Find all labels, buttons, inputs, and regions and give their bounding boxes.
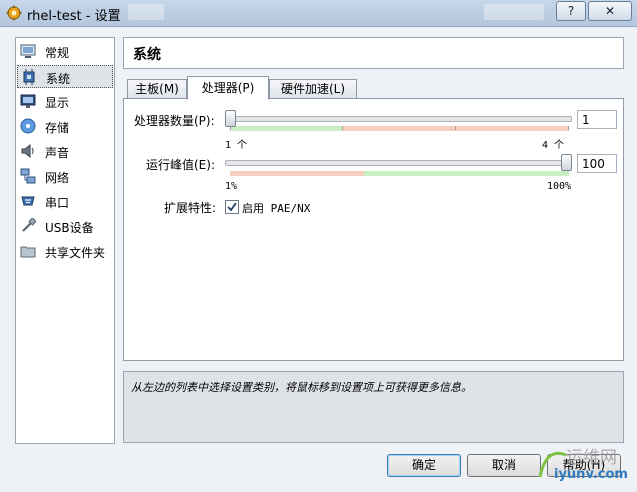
storage-disk-icon <box>20 118 36 134</box>
sidebar-item-label: USB设备 <box>45 221 94 235</box>
chip-system-icon <box>23 69 35 85</box>
blurred-toolbar-item <box>484 4 544 20</box>
exec-max-label: 100% <box>547 181 572 192</box>
slider-tick <box>342 126 343 130</box>
checkmark-icon <box>227 202 237 212</box>
exec-cap-spinbox[interactable]: 100 <box>577 154 617 173</box>
tab-processor[interactable]: 处理器(P) <box>187 76 269 100</box>
exec-cap-safe-zone <box>364 171 569 176</box>
help-description-box: 从左边的列表中选择设置类别，将鼠标移到设置项上可获得更多信息。 <box>123 371 624 443</box>
network-icon <box>20 168 36 184</box>
tab-acceleration[interactable]: 硬件加速(L) <box>269 79 357 99</box>
description-text: 从左边的列表中选择设置类别，将鼠标移到设置项上可获得更多信息。 <box>131 381 472 394</box>
sidebar-item-label: 存储 <box>45 121 70 135</box>
watermark-logo: 运维网 iyunv.com <box>536 441 636 489</box>
page-header: 系统 <box>123 37 624 69</box>
cpu-count-spinbox[interactable]: 1 <box>577 110 617 129</box>
sidebar-item-serial[interactable]: 串口 <box>17 190 113 213</box>
window-title: rhel-test - 设置 <box>27 9 121 24</box>
slider-tick <box>455 126 456 130</box>
sidebar-item-display[interactable]: 显示 <box>17 90 113 113</box>
sidebar-item-system[interactable]: 系统 <box>17 65 113 88</box>
cpu-min-label: 1 个 <box>225 140 248 151</box>
cpu-count-slider[interactable] <box>225 110 236 127</box>
exec-cap-label: 运行峰值(E): <box>146 158 215 172</box>
sidebar-item-network[interactable]: 网络 <box>17 165 113 188</box>
sidebar-item-shared-folders[interactable]: 共享文件夹 <box>17 240 113 263</box>
sidebar-item-label: 网络 <box>45 171 70 185</box>
cancel-button[interactable]: 取消 <box>467 454 541 477</box>
blurred-toolbar-item <box>128 4 164 20</box>
speaker-icon <box>21 143 34 159</box>
exec-min-label: 1% <box>225 181 238 192</box>
sidebar-item-usb[interactable]: USB设备 <box>17 215 113 238</box>
pae-nx-label[interactable]: 启用 PAE/NX <box>242 200 310 216</box>
folder-icon <box>20 246 36 258</box>
page-title: 系统 <box>133 47 161 63</box>
cpu-count-label: 处理器数量(P): <box>134 114 215 128</box>
sidebar-item-label: 常规 <box>45 46 70 60</box>
sidebar-item-label: 系统 <box>46 72 71 86</box>
ok-button[interactable]: 确定 <box>387 454 461 477</box>
cpu-max-label: 4 个 <box>542 140 565 151</box>
monitor-general-icon <box>20 44 36 58</box>
exec-cap-slider-track <box>225 160 572 166</box>
processor-tab-panel: 处理器数量(P): 1 1 个 4 个 运行峰值(E): 100 1% 100%… <box>123 98 624 361</box>
exec-cap-slider[interactable] <box>561 154 572 171</box>
sidebar-item-audio[interactable]: 声音 <box>17 140 113 163</box>
cpu-count-slider-track <box>225 116 572 122</box>
title-bar[interactable]: rhel-test - 设置 ? ✕ <box>0 0 637 27</box>
watermark-cn: 运维网 <box>566 448 617 468</box>
sidebar-item-label: 声音 <box>45 146 70 160</box>
exec-cap-warning-zone <box>230 171 364 176</box>
sidebar-item-label: 显示 <box>45 96 70 110</box>
help-window-button[interactable]: ? <box>556 1 586 21</box>
display-icon <box>20 94 36 108</box>
close-window-button[interactable]: ✕ <box>588 1 632 21</box>
sidebar-item-label: 串口 <box>45 196 70 210</box>
sidebar-item-general[interactable]: 常规 <box>17 40 113 63</box>
tab-motherboard[interactable]: 主板(M) <box>127 79 187 99</box>
cpu-safe-zone <box>230 126 342 131</box>
extended-features-label: 扩展特性: <box>164 201 217 215</box>
settings-category-list: 常规 系统 显示 存储 声音 网络 串口 USB设备 共享文件夹 <box>15 37 115 444</box>
usb-icon <box>22 218 36 232</box>
sidebar-item-storage[interactable]: 存储 <box>17 115 113 138</box>
slider-tick <box>568 126 569 130</box>
watermark-url: iyunv.com <box>554 467 628 482</box>
serial-port-icon <box>21 196 35 206</box>
pae-nx-checkbox[interactable] <box>225 200 239 214</box>
gear-app-icon <box>6 5 22 21</box>
sidebar-item-label: 共享文件夹 <box>45 246 106 260</box>
